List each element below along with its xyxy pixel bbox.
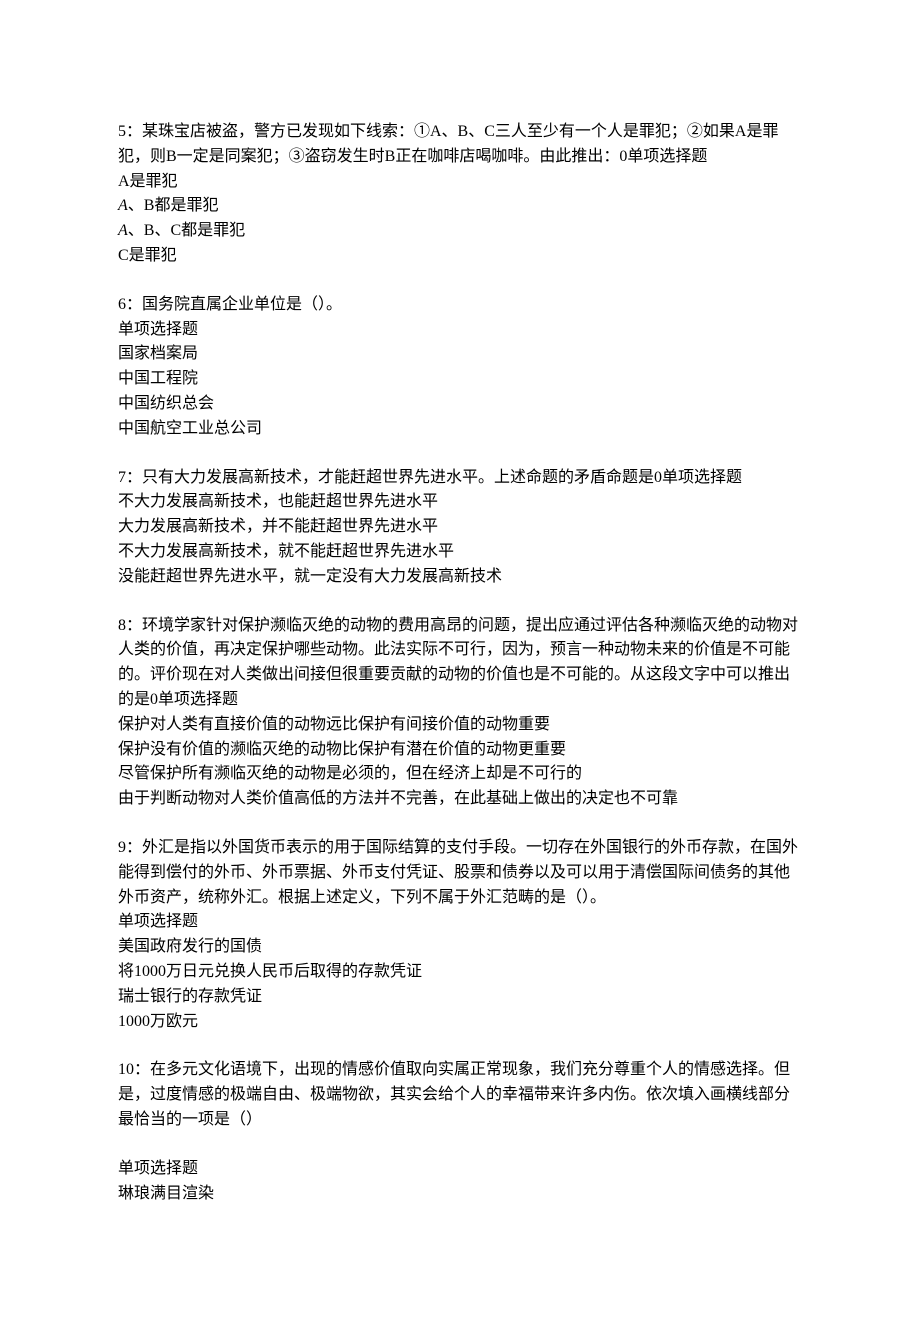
question-6-type: 单项选择题 — [118, 318, 802, 343]
question-6: 6：国务院直属企业单位是（）。 单项选择题 国家档案局 中国工程院 中国纺织总会… — [118, 293, 802, 442]
italic-a-prefix: A — [118, 222, 128, 239]
question-7-option-a: 不大力发展高新技术，也能赶超世界先进水平 — [118, 490, 802, 515]
question-10-stem: 10：在多元文化语境下，出现的情感价值取向实属正常现象，我们充分尊重个人的情感选… — [118, 1058, 802, 1132]
question-7-stem: 7：只有大力发展高新技术，才能赶超世界先进水平。上述命题的矛盾命题是0单项选择题 — [118, 466, 802, 491]
question-8-option-a: 保护对人类有直接价值的动物远比保护有间接价值的动物重要 — [118, 713, 802, 738]
question-8-option-c: 尽管保护所有濒临灭绝的动物是必须的，但在经济上却是不可行的 — [118, 762, 802, 787]
document-page: 5：某珠宝店被盗，警方已发现如下线索：①A、B、C三人至少有一个人是罪犯；②如果… — [0, 0, 920, 1331]
question-6-option-b: 中国工程院 — [118, 367, 802, 392]
italic-a-prefix: A — [118, 197, 128, 214]
question-5-stem: 5：某珠宝店被盗，警方已发现如下线索：①A、B、C三人至少有一个人是罪犯；②如果… — [118, 120, 802, 170]
question-9-option-a: 美国政府发行的国债 — [118, 935, 802, 960]
question-6-option-a: 国家档案局 — [118, 342, 802, 367]
question-7: 7：只有大力发展高新技术，才能赶超世界先进水平。上述命题的矛盾命题是0单项选择题… — [118, 466, 802, 590]
question-7-option-c: 不大力发展高新技术，就不能赶超世界先进水平 — [118, 540, 802, 565]
question-6-stem: 6：国务院直属企业单位是（）。 — [118, 293, 802, 318]
question-9: 9：外汇是指以外国货币表示的用于国际结算的支付手段。一切存在外国银行的外币存款，… — [118, 836, 802, 1034]
question-5-option-b-text: 、B都是罪犯 — [128, 197, 219, 214]
question-6-option-d: 中国航空工业总公司 — [118, 417, 802, 442]
question-8-option-b: 保护没有价值的濒临灭绝的动物比保护有潜在价值的动物更重要 — [118, 738, 802, 763]
question-9-type: 单项选择题 — [118, 910, 802, 935]
question-9-option-b: 将1000万日元兑换人民币后取得的存款凭证 — [118, 960, 802, 985]
question-8-stem: 8：环境学家针对保护濒临灭绝的动物的费用高昂的问题，提出应通过评估各种濒临灭绝的… — [118, 614, 802, 713]
question-5-option-a: A是罪犯 — [118, 170, 802, 195]
blank-line — [118, 1133, 802, 1158]
question-7-option-d: 没能赶超世界先进水平，就一定没有大力发展高新技术 — [118, 565, 802, 590]
question-9-stem: 9：外汇是指以外国货币表示的用于国际结算的支付手段。一切存在外国银行的外币存款，… — [118, 836, 802, 910]
question-10-option-a: 琳琅满目渲染 — [118, 1182, 802, 1207]
question-5-option-c: A、B、C都是罪犯 — [118, 219, 802, 244]
question-5-option-d: C是罪犯 — [118, 244, 802, 269]
question-5-option-c-text: 、B、C都是罪犯 — [128, 222, 245, 239]
question-10-type: 单项选择题 — [118, 1157, 802, 1182]
question-8-option-d: 由于判断动物对人类价值高低的方法并不完善，在此基础上做出的决定也不可靠 — [118, 787, 802, 812]
question-7-option-b: 大力发展高新技术，并不能赶超世界先进水平 — [118, 515, 802, 540]
question-8: 8：环境学家针对保护濒临灭绝的动物的费用高昂的问题，提出应通过评估各种濒临灭绝的… — [118, 614, 802, 812]
question-6-option-c: 中国纺织总会 — [118, 392, 802, 417]
question-5: 5：某珠宝店被盗，警方已发现如下线索：①A、B、C三人至少有一个人是罪犯；②如果… — [118, 120, 802, 269]
question-5-option-b: A、B都是罪犯 — [118, 194, 802, 219]
question-10: 10：在多元文化语境下，出现的情感价值取向实属正常现象，我们充分尊重个人的情感选… — [118, 1058, 802, 1207]
question-9-option-c: 瑞士银行的存款凭证 — [118, 985, 802, 1010]
question-9-option-d: 1000万欧元 — [118, 1010, 802, 1035]
